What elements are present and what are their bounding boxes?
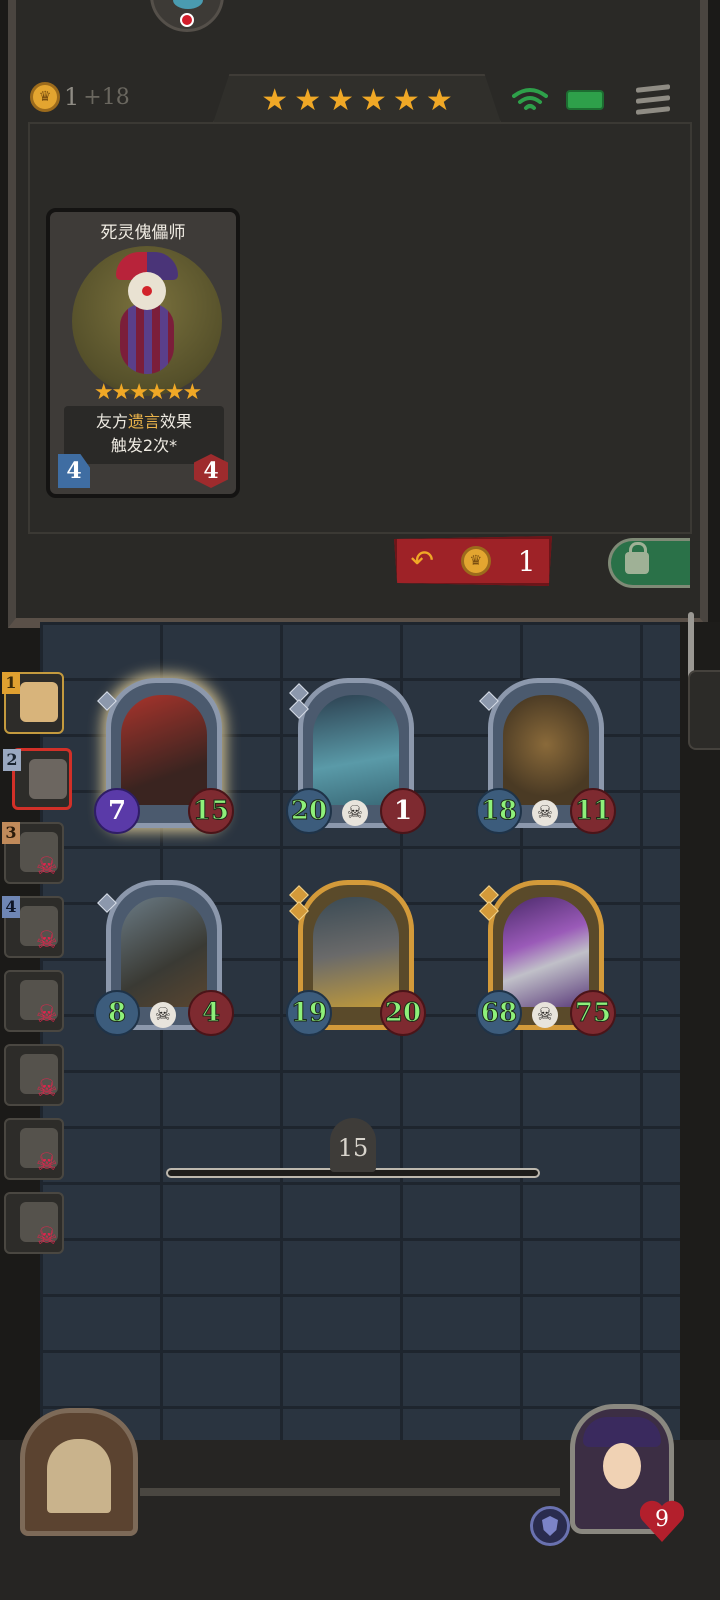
minion-art-rocket (121, 897, 207, 1007)
skull-crossbones-icon: ☠ (36, 1148, 58, 1176)
notification-dot (180, 13, 194, 27)
minion-health: 75 (570, 990, 616, 1036)
deathrattle-skull-icon: ☠ (532, 1002, 558, 1028)
minion-health: 1 (380, 788, 426, 834)
desc-prefix: 友方 (95, 412, 128, 431)
skull-crossbones-icon: ☠ (36, 1000, 58, 1028)
desc-keyword: 遗言 (127, 412, 160, 431)
opponent-slot-7[interactable]: ☠ (4, 1118, 64, 1180)
card-art-puppeteer (72, 246, 222, 396)
minion-art-assassin (121, 695, 207, 805)
turn-number: 15 (330, 1118, 376, 1172)
opponent-hero-icon (173, 0, 203, 9)
tavern-star-icon: ★ (327, 83, 354, 118)
side-panel-tab[interactable] (688, 670, 720, 750)
opponent-slot-4[interactable]: 4 ☠ (2, 896, 64, 958)
opponent-slot-2[interactable]: 2 (3, 748, 72, 810)
minion-health: 20 (380, 990, 426, 1036)
board-minion-1[interactable]: 7 15 (94, 678, 234, 838)
skull-crossbones-icon: ☠ (36, 1222, 58, 1250)
gold-coin-icon: ♛ (460, 546, 491, 576)
refresh-shop-button[interactable]: ↶ ♛ 1 (394, 536, 552, 586)
minion-art-knight (313, 897, 399, 1007)
tavern-star-icon: ★ (425, 83, 453, 118)
skull-crossbones-icon: ☠ (36, 1074, 58, 1102)
opponent-slot-1[interactable]: 1 (2, 672, 64, 734)
board-minion-3[interactable]: 18 ☠ 11 (476, 678, 616, 838)
rail-divider (140, 1488, 560, 1496)
wifi-icon (512, 88, 548, 110)
rank-badge: 3 (2, 822, 20, 844)
freeze-shop-button[interactable] (608, 538, 690, 588)
menu-icon[interactable] (636, 84, 670, 116)
desc-suffix: 效果 (160, 412, 193, 431)
opponent-slot-6[interactable]: ☠ (4, 1044, 64, 1106)
card-description: 友方遗言效果 触发2次* (64, 406, 224, 464)
board-minion-5[interactable]: 19 20 (286, 880, 426, 1040)
gold-counter: ♛ 1 +18 (30, 82, 130, 112)
avatar (603, 1443, 641, 1489)
opponent-slot-5[interactable]: ☠ (4, 970, 64, 1032)
minion-attack: 68 (476, 990, 522, 1036)
minion-art-bear (503, 695, 589, 805)
minion-attack: 8 (94, 990, 140, 1036)
shop-minion-card[interactable]: 死灵傀儡师 ★★★★★★ 友方遗言效果 触发2次* 4 4 (46, 208, 240, 498)
deathrattle-skull-icon: ☠ (532, 800, 558, 826)
tavern-window-icon (47, 1439, 111, 1513)
opponent-slot-3[interactable]: 3 ☠ (2, 822, 64, 884)
battery-icon (566, 90, 604, 110)
deathrattle-skull-icon: ☠ (342, 800, 368, 826)
refresh-icon: ↶ (410, 544, 434, 577)
desc-line2: 触发2次* (110, 436, 178, 455)
skull-crossbones-icon: ☠ (36, 852, 58, 880)
board-minion-2[interactable]: 20 ☠ 1 (286, 678, 426, 838)
refresh-cost: 1 (517, 544, 536, 578)
board-minion-4[interactable]: 8 ☠ 4 (94, 880, 234, 1040)
minion-attack: 18 (476, 788, 522, 834)
gold-coin-icon: ♛ (30, 82, 60, 112)
tavern-star-icon: ★ (360, 83, 387, 118)
opponent-slot-8[interactable]: ☠ (4, 1192, 64, 1254)
rank-badge: 1 (2, 672, 20, 694)
rank-badge: 4 (2, 896, 20, 918)
deathrattle-skull-icon: ☠ (150, 1002, 176, 1028)
minion-health: 4 (188, 990, 234, 1036)
avatar (20, 682, 58, 722)
card-tier-stars: ★★★★★★ (93, 380, 202, 405)
minion-art-cannon (503, 897, 589, 1007)
skull-crossbones-icon: ☠ (36, 926, 58, 954)
gold-income: +18 (83, 84, 130, 110)
tavern-star-icon: ★ (261, 83, 289, 118)
gold-amount: 1 (64, 83, 80, 111)
armor-shield-icon (530, 1506, 570, 1546)
tavern-button[interactable] (20, 1408, 138, 1536)
avatar (29, 759, 67, 799)
minion-attack: 19 (286, 990, 332, 1036)
minion-health: 15 (188, 788, 234, 834)
lock-icon (625, 542, 649, 574)
minion-health: 11 (570, 788, 616, 834)
rank-badge: 2 (3, 749, 21, 771)
minion-attack: 20 (286, 788, 332, 834)
tavern-tier-banner: ★ ★ ★ ★ ★ ★ (212, 74, 502, 126)
minion-attack: 7 (94, 788, 140, 834)
card-name: 死灵傀儡师 (100, 223, 186, 243)
board-minion-6[interactable]: 68 ☠ 75 (476, 880, 616, 1040)
tavern-star-icon: ★ (294, 83, 322, 118)
tavern-star-icon: ★ (392, 83, 420, 118)
minion-art-rabbit (313, 695, 399, 805)
